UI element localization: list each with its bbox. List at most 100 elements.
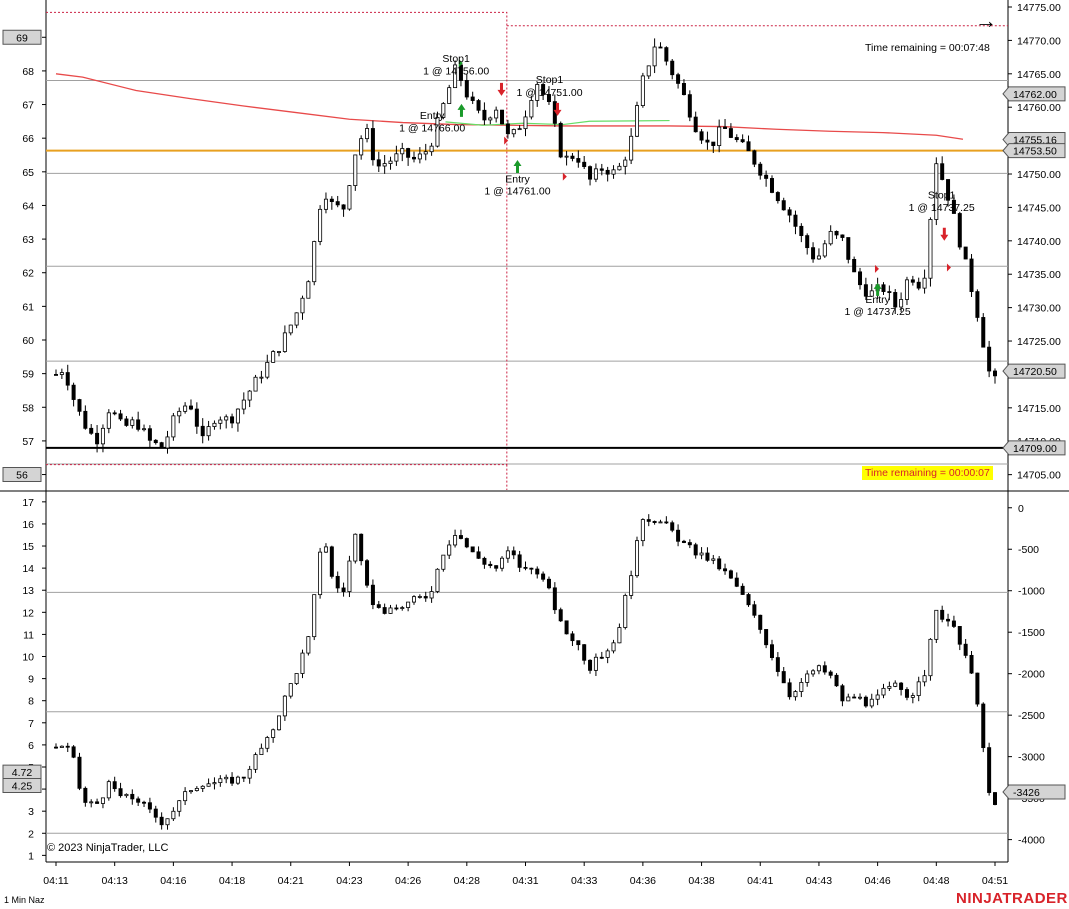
time-remaining-top: Time remaining = 00:07:48 <box>865 42 990 54</box>
price-candle <box>177 410 182 417</box>
indicator-candle <box>699 552 704 556</box>
price-candle <box>834 230 839 236</box>
copyright-text: © 2023 NinjaTrader, LLC <box>47 842 169 854</box>
price-tick-label: 14735.00 <box>1017 269 1061 281</box>
indicator-candle <box>194 788 199 791</box>
indicator-candle <box>904 689 909 698</box>
price-tick-label: 14705.00 <box>1017 470 1061 482</box>
indicator-left-label: 9 <box>28 674 34 686</box>
price-candle <box>664 47 669 62</box>
price-candle <box>781 200 786 211</box>
indicator-candle <box>464 538 469 548</box>
indicator-candle <box>77 756 82 789</box>
trade-annotation: Entry <box>865 294 890 306</box>
price-tick-label: 14770.00 <box>1017 35 1061 47</box>
price-candle <box>858 271 863 286</box>
indicator-left-label: 10 <box>22 652 34 664</box>
price-candle <box>564 155 569 158</box>
time-tick-label: 04:13 <box>102 875 128 887</box>
price-candle <box>699 131 704 141</box>
right-arrow-icon[interactable]: → <box>975 8 997 34</box>
indicator-candle <box>623 595 628 628</box>
price-candle <box>582 161 587 167</box>
indicator-candle <box>353 533 358 562</box>
price-candle <box>793 214 798 227</box>
price-candle <box>494 109 499 119</box>
price-candle <box>705 139 710 143</box>
price-marker: 14762.00 <box>1013 89 1057 101</box>
indicator-candle <box>106 781 111 799</box>
price-candle <box>593 168 598 180</box>
price-candle <box>811 247 816 260</box>
price-candle <box>646 65 651 77</box>
indicator-candle <box>494 565 499 569</box>
price-candle <box>687 94 692 118</box>
trade-flag-icon <box>946 263 951 272</box>
indicator-candle <box>975 672 980 705</box>
indicator-candle <box>828 671 833 676</box>
price-candle <box>218 419 223 424</box>
price-tick-label: 14760.00 <box>1017 102 1061 114</box>
indicator-left-label: 3 <box>28 806 34 818</box>
left-tick-label: 65 <box>22 167 34 179</box>
price-candle <box>329 198 334 203</box>
price-candle <box>118 413 123 420</box>
left-marker-top: 69 <box>16 32 28 44</box>
price-candle <box>670 60 675 76</box>
price-candle <box>981 317 986 348</box>
price-candle <box>376 159 381 167</box>
trade-annotation: 1 @ 14737.25 <box>909 202 975 214</box>
left-tick-label: 62 <box>22 268 34 280</box>
indicator-candle <box>635 540 640 577</box>
indicator-candle <box>799 682 804 692</box>
price-candle <box>822 243 827 257</box>
price-candle <box>605 169 610 175</box>
price-candle <box>752 150 757 165</box>
price-candle <box>306 281 311 299</box>
price-candle <box>652 46 657 67</box>
price-candle <box>840 234 845 238</box>
time-tick-label: 04:21 <box>278 875 304 887</box>
indicator-candle <box>676 529 681 542</box>
time-remaining-bottom: Time remaining = 00:00:07 <box>862 466 993 480</box>
indicator-candle <box>746 594 751 606</box>
indicator-candle <box>963 643 968 656</box>
price-candle <box>83 410 88 429</box>
indicator-candle <box>564 620 569 635</box>
price-candle <box>529 100 534 118</box>
indicator-left-label: 8 <box>28 696 34 708</box>
price-candle <box>194 408 199 427</box>
indicator-candle <box>306 636 311 654</box>
indicator-right-label: -2000 <box>1018 669 1045 681</box>
entry-arrow-icon <box>457 103 466 117</box>
indicator-candle <box>922 675 927 683</box>
price-candle <box>558 122 563 158</box>
price-candle <box>599 168 604 171</box>
indicator-candle <box>552 587 557 611</box>
indicator-candle <box>159 816 164 826</box>
price-candle <box>635 105 640 137</box>
indicator-candle <box>253 754 258 770</box>
price-candle <box>969 258 974 292</box>
price-candle <box>476 100 481 111</box>
indicator-candle <box>887 685 892 689</box>
indicator-candle <box>441 554 446 570</box>
price-candle <box>271 351 276 363</box>
price-candle <box>975 291 980 318</box>
indicator-right-label: -1000 <box>1018 586 1045 598</box>
indicator-candle <box>359 533 364 562</box>
chart-canvas: Stop11 @ 14756.00Entry1 @ 14766.00Stop11… <box>0 0 1069 887</box>
price-candle <box>142 428 147 431</box>
indicator-candle <box>335 575 340 589</box>
price-candle <box>206 426 211 437</box>
price-candle <box>787 209 792 216</box>
indicator-candle <box>476 551 481 559</box>
indicator-candle <box>658 521 663 524</box>
price-candle <box>382 163 387 167</box>
indicator-candle <box>112 781 117 790</box>
indicator-candle <box>118 788 123 797</box>
left-tick-label: 60 <box>22 335 34 347</box>
price-candle <box>922 277 927 289</box>
indicator-candle <box>89 801 94 804</box>
time-tick-label: 04:46 <box>864 875 890 887</box>
